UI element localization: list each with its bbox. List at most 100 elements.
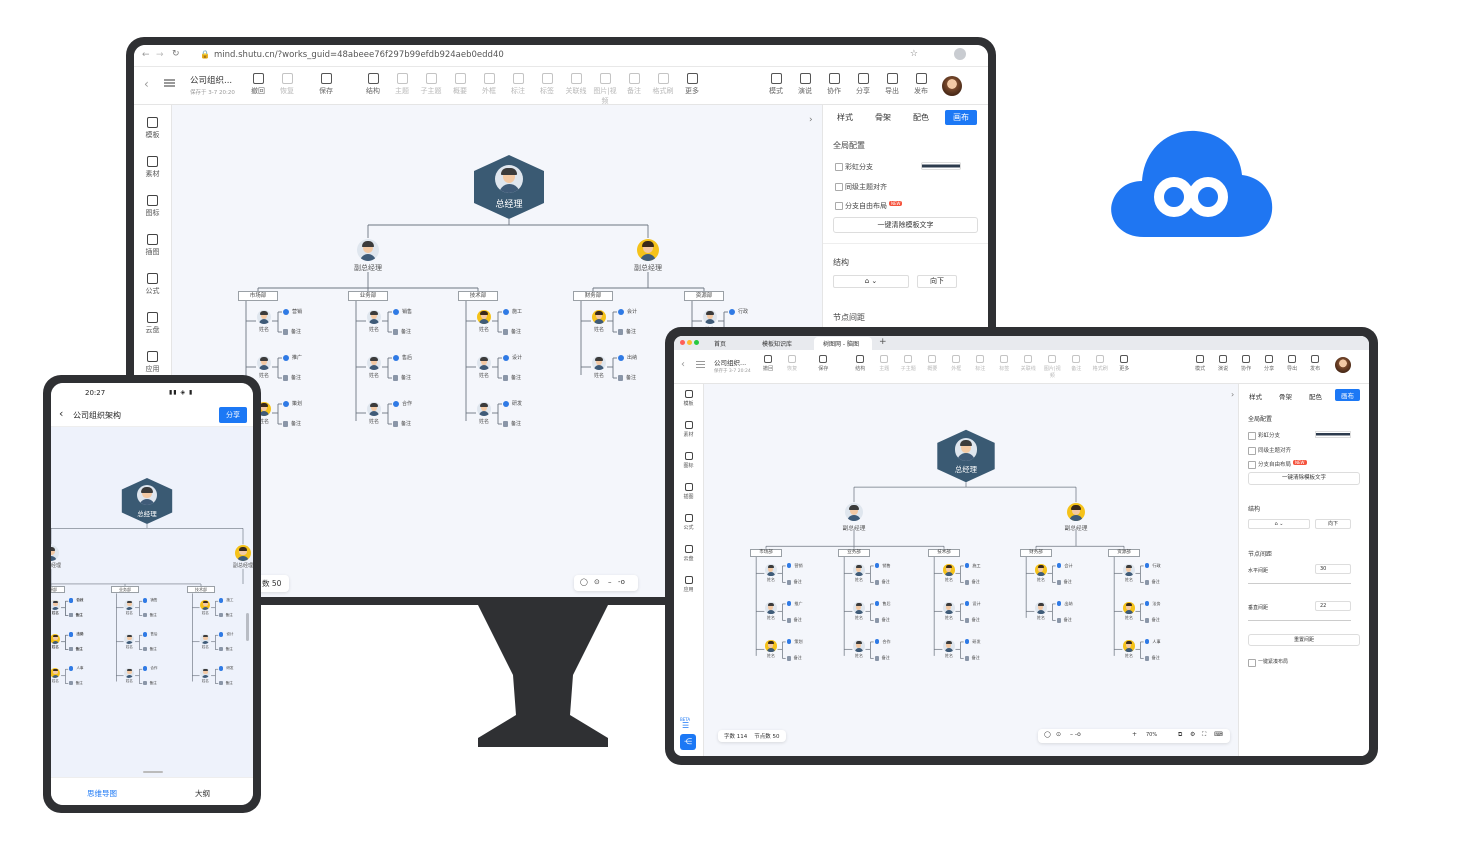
note-leaf[interactable]: 备注 bbox=[503, 420, 521, 427]
member-name[interactable]: 姓名 bbox=[198, 679, 212, 684]
note-leaf[interactable]: 备注 bbox=[1056, 579, 1072, 585]
vp-label[interactable]: 副总经理 bbox=[338, 263, 398, 273]
note-leaf[interactable]: 备注 bbox=[618, 328, 636, 335]
role-leaf[interactable]: 研发 bbox=[219, 666, 234, 671]
note-leaf[interactable]: 备注 bbox=[283, 420, 301, 427]
member-name[interactable]: 姓名 bbox=[254, 372, 274, 379]
mouse-icon[interactable]: ◯ bbox=[580, 578, 588, 586]
share-button[interactable]: 分享 bbox=[219, 407, 247, 423]
note-leaf[interactable]: 备注 bbox=[874, 655, 890, 661]
member-name[interactable]: 姓名 bbox=[763, 653, 779, 659]
dept-node[interactable]: 财务部 bbox=[1019, 548, 1053, 557]
note-leaf[interactable]: 备注 bbox=[143, 680, 157, 686]
sidebar-item-cloud-disk[interactable]: 云盘 bbox=[674, 545, 703, 562]
note-leaf[interactable]: 备注 bbox=[618, 374, 636, 381]
sidebar-item-template[interactable]: 模板 bbox=[674, 390, 703, 407]
free-layout-checkbox[interactable]: 分支自由布局 NEW bbox=[1248, 460, 1307, 469]
member-name[interactable]: 姓名 bbox=[198, 645, 212, 650]
dept-node[interactable]: 技术部 bbox=[927, 548, 961, 557]
toolbar-media-button[interactable]: 图片|视频 bbox=[591, 73, 619, 106]
note-leaf[interactable]: 备注 bbox=[219, 680, 233, 686]
role-leaf[interactable]: 合作 bbox=[393, 400, 412, 407]
tab-template-library[interactable]: 模板知识库 bbox=[762, 339, 792, 348]
role-leaf[interactable]: 法务 bbox=[69, 632, 84, 637]
toolbar-more-button[interactable]: 更多 bbox=[678, 73, 706, 96]
member-name[interactable]: 姓名 bbox=[254, 326, 274, 333]
role-leaf[interactable]: 销售 bbox=[874, 563, 891, 569]
role-leaf[interactable]: 出纳 bbox=[618, 354, 637, 361]
tab-home[interactable]: 首页 bbox=[714, 339, 726, 348]
note-leaf[interactable]: 备注 bbox=[874, 579, 890, 585]
member-name[interactable]: 姓名 bbox=[198, 611, 212, 616]
member-name[interactable]: 姓名 bbox=[851, 615, 867, 621]
role-leaf[interactable]: 会计 bbox=[1056, 563, 1073, 569]
tab-style[interactable]: 样式 bbox=[1249, 391, 1262, 401]
note-leaf[interactable]: 备注 bbox=[964, 655, 980, 661]
collapse-panel-icon[interactable]: › bbox=[809, 115, 813, 125]
sidebar-item-formula[interactable]: 公式 bbox=[134, 273, 171, 296]
zoom-slider[interactable]: -o bbox=[618, 578, 625, 586]
dept-node[interactable]: 财务部 bbox=[573, 291, 613, 301]
member-name[interactable]: 姓名 bbox=[1121, 577, 1137, 583]
toolbar-more-button[interactable]: 更多 bbox=[1114, 355, 1134, 372]
note-leaf[interactable]: 备注 bbox=[393, 328, 411, 335]
note-leaf[interactable]: 备注 bbox=[874, 617, 890, 623]
toolbar-frame-button[interactable]: 外框 bbox=[946, 355, 966, 372]
menu-icon[interactable] bbox=[696, 361, 705, 362]
free-layout-checkbox[interactable]: 分支自由布局 NEW bbox=[835, 201, 903, 211]
role-leaf[interactable]: 售后 bbox=[143, 632, 158, 637]
compact-layout-checkbox[interactable]: 一键紧凑布局 bbox=[1248, 658, 1288, 667]
vp-label[interactable]: 副总经理 bbox=[618, 263, 678, 273]
member-name[interactable]: 姓名 bbox=[364, 418, 384, 425]
tab-skeleton[interactable]: 骨架 bbox=[1279, 391, 1292, 401]
note-leaf[interactable]: 备注 bbox=[1144, 579, 1160, 585]
sidebar-item-template[interactable]: 模板 bbox=[134, 117, 171, 140]
note-leaf[interactable]: 备注 bbox=[219, 646, 233, 652]
forward-icon[interactable]: → bbox=[156, 50, 164, 60]
role-leaf[interactable]: 人事 bbox=[69, 666, 84, 671]
toolbar-collab-button[interactable]: 协作 bbox=[820, 73, 848, 96]
toolbar-topic-button[interactable]: 主题 bbox=[388, 73, 416, 96]
toolbar-callout-button[interactable]: 标注 bbox=[970, 355, 990, 372]
note-leaf[interactable]: 备注 bbox=[143, 646, 157, 652]
toolbar-undo-button[interactable]: 撤回 bbox=[244, 73, 272, 96]
toolbar-topic-button[interactable]: 主题 bbox=[874, 355, 894, 372]
role-leaf[interactable]: 施工 bbox=[964, 563, 981, 569]
toolbar-export-button[interactable]: 导出 bbox=[878, 73, 906, 96]
member-name[interactable]: 姓名 bbox=[364, 326, 384, 333]
zoom-in-icon[interactable]: + bbox=[1132, 731, 1137, 738]
note-leaf[interactable]: 备注 bbox=[283, 328, 301, 335]
sidebar-item-apps[interactable]: 应用 bbox=[134, 351, 171, 374]
note-leaf[interactable]: 备注 bbox=[503, 328, 521, 335]
member-name[interactable]: 姓名 bbox=[51, 679, 63, 684]
member-name[interactable]: 姓名 bbox=[589, 326, 609, 333]
note-leaf[interactable]: 备注 bbox=[283, 374, 301, 381]
member-name[interactable]: 姓名 bbox=[474, 418, 494, 425]
dept-node[interactable]: 资源部 bbox=[1107, 548, 1141, 557]
role-leaf[interactable]: 合作 bbox=[143, 666, 158, 671]
scrollbar[interactable] bbox=[246, 613, 249, 641]
toolbar-relation-button[interactable]: 关联线 bbox=[562, 73, 590, 96]
toolbar-brush-button[interactable]: 格式刷 bbox=[1090, 355, 1110, 372]
toolbar-mode-button[interactable]: 模式 bbox=[1190, 355, 1210, 372]
member-name[interactable]: 姓名 bbox=[474, 372, 494, 379]
toolbar-publish-button[interactable]: 发布 bbox=[907, 73, 935, 96]
role-leaf[interactable]: 推广 bbox=[786, 601, 803, 607]
star-icon[interactable]: ☆ bbox=[910, 49, 918, 59]
root-label[interactable]: 总经理 bbox=[479, 197, 539, 210]
structure-select[interactable]: ⌂ ⌄ bbox=[833, 275, 909, 288]
tab-canvas[interactable]: 画布 bbox=[1335, 389, 1360, 401]
note-leaf[interactable]: 备注 bbox=[393, 420, 411, 427]
v-spacing-slider[interactable] bbox=[1248, 620, 1351, 626]
note-leaf[interactable]: 备注 bbox=[964, 579, 980, 585]
tab-color[interactable]: 配色 bbox=[913, 112, 929, 123]
note-leaf[interactable]: 备注 bbox=[219, 612, 233, 618]
align-checkbox[interactable]: 同级主题对齐 bbox=[835, 182, 887, 192]
reset-spacing-button[interactable]: 重置间距 bbox=[1248, 634, 1360, 646]
doc-title-block[interactable]: 公司组织... 保存于 3-7 20:20 bbox=[190, 74, 235, 96]
toolbar-share-button[interactable]: 分享 bbox=[1259, 355, 1279, 372]
toolbar-undo-button[interactable]: 撤回 bbox=[758, 355, 778, 372]
toolbar-note-button[interactable]: 备注 bbox=[1066, 355, 1086, 372]
toolbar-tag-button[interactable]: 标签 bbox=[994, 355, 1014, 372]
mindmap-canvas[interactable]: 总经理副总经理副总经理业务部姓名销售备注姓名售后备注姓名合作备注技术部姓名施工备… bbox=[51, 427, 253, 777]
